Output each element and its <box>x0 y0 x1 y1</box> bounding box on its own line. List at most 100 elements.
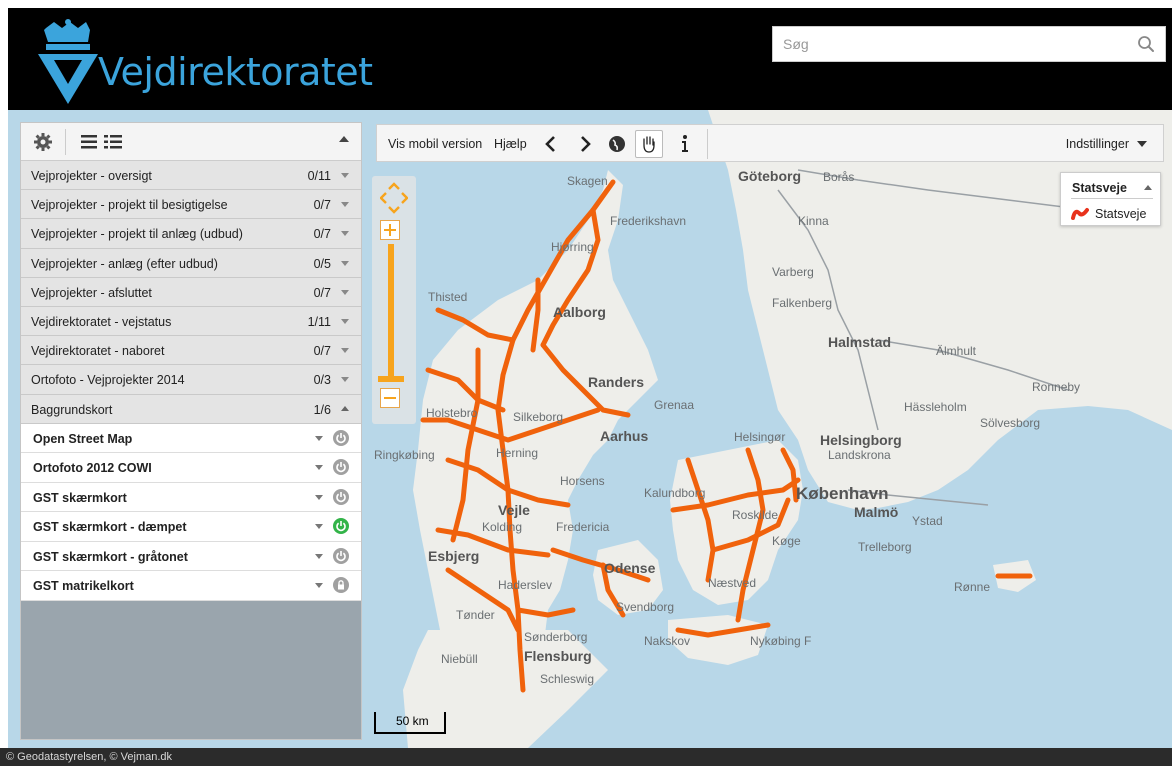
layer-panel-toolbar <box>21 123 361 161</box>
chevron-down-icon[interactable] <box>1137 141 1147 147</box>
expand-icon[interactable] <box>341 318 349 324</box>
base-layer-row[interactable]: Open Street Map <box>21 423 361 454</box>
detail-list-view-icon[interactable] <box>103 132 123 152</box>
search-input[interactable] <box>773 27 1113 61</box>
pan-arrows-icon[interactable] <box>380 182 408 214</box>
minus-icon <box>384 397 396 399</box>
back-icon[interactable] <box>539 132 563 156</box>
layer-options-icon[interactable] <box>315 524 323 530</box>
base-layer-label: GST matrikelkort <box>33 579 134 594</box>
layer-group-row[interactable]: Vejdirektoratet - naboret 0/7 <box>21 336 361 366</box>
globe-icon[interactable] <box>605 132 629 156</box>
pan-hand-icon[interactable] <box>636 131 662 157</box>
header: Vejdirektoratet <box>8 8 1172 110</box>
layer-options-icon[interactable] <box>315 553 323 559</box>
layer-options-icon[interactable] <box>315 583 323 589</box>
info-icon[interactable] <box>673 132 697 156</box>
list-view-icon[interactable] <box>79 132 99 152</box>
toolbar-divider <box>65 129 66 155</box>
layer-group-count: 1/6 <box>313 402 331 417</box>
map-toolbar: Vis mobil version Hjælp Indstillinger <box>376 124 1164 162</box>
map-label: Aalborg <box>553 304 606 320</box>
map-label: Kalundborg <box>644 486 706 500</box>
map-label: Grenaa <box>654 398 695 412</box>
layer-group-row[interactable]: Vejprojekter - projekt til anlæg (udbud)… <box>21 219 361 249</box>
base-layer-row[interactable]: GST skærmkort - gråtonet <box>21 541 361 572</box>
expand-icon[interactable] <box>341 260 349 266</box>
map-label: Sölvesborg <box>980 416 1041 430</box>
map-label: København <box>796 484 889 503</box>
expand-icon[interactable] <box>341 289 349 295</box>
map-label: Nykøbing F <box>750 634 812 648</box>
power-icon[interactable] <box>333 518 349 535</box>
base-layer-row[interactable]: GST matrikelkort <box>21 571 361 601</box>
collapse-icon[interactable] <box>341 405 349 411</box>
zoom-in-button[interactable] <box>380 220 400 240</box>
gear-icon[interactable] <box>33 132 53 152</box>
base-layer-label: GST skærmkort - gråtonet <box>33 549 188 564</box>
expand-icon[interactable] <box>341 377 349 383</box>
collapse-legend-icon[interactable] <box>1144 185 1152 190</box>
map-label: Roskilde <box>732 508 779 522</box>
base-layer-row[interactable]: GST skærmkort - dæmpet <box>21 512 361 542</box>
base-layer-row[interactable]: GST skærmkort <box>21 482 361 513</box>
expand-icon[interactable] <box>341 348 349 354</box>
map-label: Køge <box>772 534 801 548</box>
map-label: Halmstad <box>828 334 892 350</box>
map-label: Landskrona <box>828 448 891 462</box>
layer-group-label: Vejprojekter - projekt til anlæg (udbud) <box>31 227 243 242</box>
map-label: Flensburg <box>524 648 592 664</box>
map-label: Malmö <box>854 504 899 520</box>
layer-group-row[interactable]: Vejprojekter - projekt til besigtigelse … <box>21 190 361 220</box>
power-icon[interactable] <box>333 459 349 476</box>
layer-group-row[interactable]: Vejprojekter - oversigt 0/11 <box>21 161 361 191</box>
collapse-panel-button[interactable] <box>339 136 349 142</box>
map-label: Hjørring <box>551 240 594 254</box>
expand-icon[interactable] <box>341 173 349 178</box>
layer-panel: Vejprojekter - oversigt 0/11 Vejprojekte… <box>20 122 362 740</box>
layer-group-label: Vejprojekter - afsluttet <box>31 285 152 300</box>
zoom-slider-track[interactable] <box>388 244 394 380</box>
layer-group-row[interactable]: Vejprojekter - anlæg (efter udbud) 0/5 <box>21 248 361 278</box>
map-label: Varberg <box>772 265 814 279</box>
layer-group-row[interactable]: Vejprojekter - afsluttet 0/7 <box>21 277 361 307</box>
map-label: Kolding <box>482 520 523 534</box>
map-label: Svendborg <box>616 600 675 614</box>
map-label: Ystad <box>912 514 943 528</box>
brand-name[interactable]: Vejdirektoratet <box>98 50 373 94</box>
map-label: Kinna <box>798 214 829 228</box>
map-label: Niebüll <box>441 652 478 666</box>
map-label: Haderslev <box>498 578 553 592</box>
settings-menu[interactable]: Indstillinger <box>1066 137 1129 151</box>
map-label: Helsingborg <box>820 432 902 448</box>
vejdirektoratet-logo <box>38 19 98 104</box>
search-icon[interactable] <box>1137 35 1155 53</box>
power-icon[interactable] <box>333 429 349 446</box>
zoom-out-button[interactable] <box>380 388 400 408</box>
layer-group-label: Baggrundskort <box>31 402 113 417</box>
layer-options-icon[interactable] <box>315 465 323 471</box>
mobile-version-link[interactable]: Vis mobil version <box>388 137 482 151</box>
layer-group-count: 0/3 <box>313 373 331 388</box>
layer-options-icon[interactable] <box>315 435 323 441</box>
base-layer-label: GST skærmkort - dæmpet <box>33 520 187 535</box>
layer-group-count: 0/5 <box>313 256 331 271</box>
layer-group-label: Vejdirektoratet - vejstatus <box>31 314 172 329</box>
power-icon[interactable] <box>333 547 349 564</box>
layer-group-row[interactable]: Ortofoto - Vejprojekter 2014 0/3 <box>21 365 361 395</box>
help-link[interactable]: Hjælp <box>494 137 527 151</box>
map-label: Randers <box>588 374 645 390</box>
layer-group-row[interactable]: Vejdirektoratet - vejstatus 1/11 <box>21 306 361 337</box>
zoom-slider-handle[interactable] <box>378 376 404 382</box>
lock-icon[interactable] <box>333 577 349 594</box>
zoom-control <box>372 176 416 424</box>
layer-options-icon[interactable] <box>315 494 323 500</box>
pan-tool-button[interactable] <box>635 130 663 158</box>
expand-icon[interactable] <box>341 202 349 208</box>
base-layer-row[interactable]: Ortofoto 2012 COWI <box>21 453 361 483</box>
expand-icon[interactable] <box>341 231 349 237</box>
layer-group-row[interactable]: Baggrundskort 1/6 <box>21 394 361 424</box>
map-label: Esbjerg <box>428 548 480 564</box>
forward-icon[interactable] <box>573 132 597 156</box>
power-icon[interactable] <box>333 488 349 505</box>
